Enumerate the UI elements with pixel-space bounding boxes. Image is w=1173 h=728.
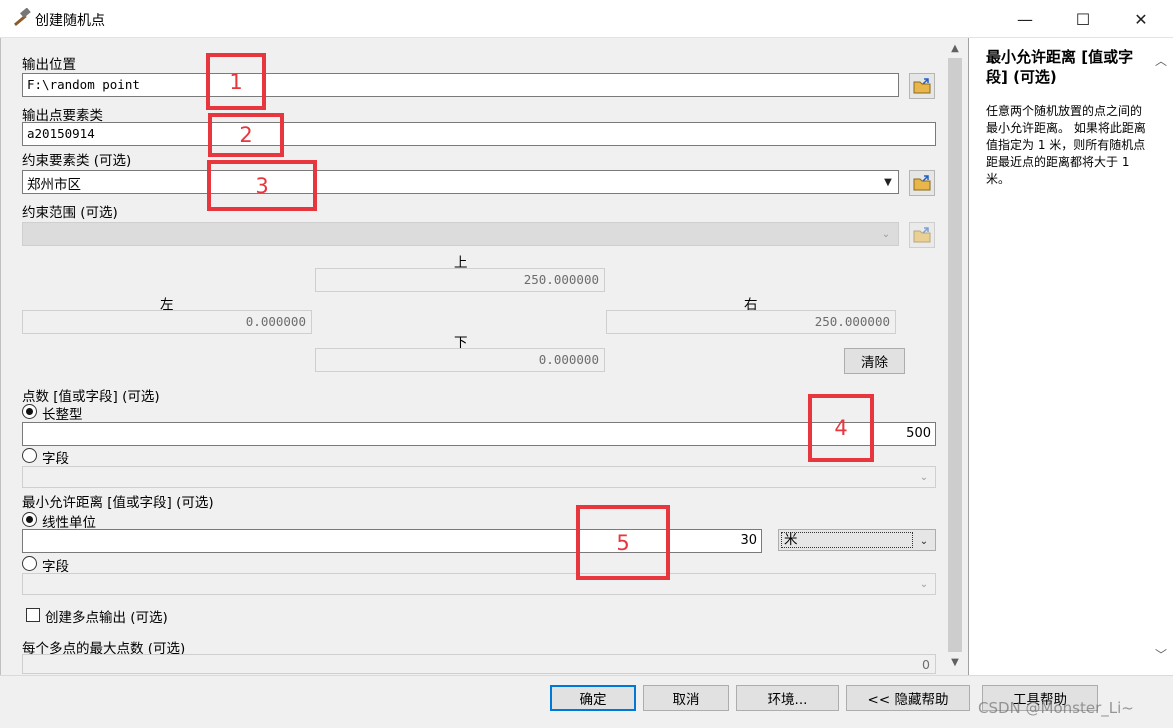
browse-constraint-feature-button[interactable] — [909, 170, 935, 196]
create-multipoint-label: 创建多点输出 (可选) — [45, 610, 168, 626]
extent-top-input: 250.000000 — [315, 268, 605, 292]
hide-help-button[interactable]: << 隐藏帮助 — [846, 685, 970, 711]
extent-left-input: 0.000000 — [22, 310, 312, 334]
ok-button[interactable]: 确定 — [550, 685, 636, 711]
constraint-feature-class-label: 约束要素类 (可选) — [22, 153, 132, 169]
distance-unit-value: 米 — [781, 532, 913, 548]
annotation-box-4: 4 — [808, 394, 874, 462]
min-distance-label: 最小允许距离 [值或字段] (可选) — [22, 495, 214, 511]
number-of-points-label: 点数 [值或字段] (可选) — [22, 389, 160, 405]
folder-icon — [913, 175, 931, 191]
cancel-button[interactable]: 取消 — [643, 685, 729, 711]
clear-extent-button[interactable]: 清除 — [844, 348, 905, 374]
output-location-input[interactable]: F:\random point — [22, 73, 899, 97]
window-title: 创建随机点 — [35, 13, 105, 29]
browse-output-location-button[interactable] — [909, 73, 935, 99]
max-points-input: 0 — [22, 654, 936, 674]
points-long-radio[interactable] — [22, 404, 37, 419]
chevron-down-icon: ⌄ — [919, 471, 929, 483]
annotation-box-1: 1 — [206, 53, 266, 110]
folder-icon — [913, 227, 931, 243]
environments-button[interactable]: 环境... — [736, 685, 839, 711]
close-button[interactable]: ✕ — [1112, 0, 1170, 38]
title-bar: 创建随机点 — ☐ ✕ — [0, 0, 1173, 38]
constraint-extent-select[interactable] — [22, 222, 899, 246]
distance-linear-label: 线性单位 — [42, 515, 96, 531]
help-body: 任意两个随机放置的点之间的最小允许距离。 如果将此距离值指定为 1 米，则所有随… — [986, 104, 1146, 186]
constraint-feature-class-select[interactable]: 郑州市区 — [22, 170, 899, 194]
chevron-down-icon: ⌄ — [919, 578, 929, 590]
points-field-select — [22, 466, 936, 488]
chevron-up-icon[interactable]: ︿ — [1155, 52, 1167, 69]
hammer-icon — [13, 8, 31, 27]
extent-bottom-input: 0.000000 — [315, 348, 605, 372]
distance-field-radio[interactable] — [22, 556, 37, 571]
scroll-thumb[interactable] — [948, 58, 962, 652]
scroll-up-icon[interactable]: ▲ — [946, 40, 964, 56]
chevron-down-icon: ⌄ — [919, 535, 929, 547]
close-icon: ✕ — [1134, 9, 1148, 29]
annotation-box-2: 2 — [208, 113, 284, 157]
chevron-down-icon[interactable]: ▼ — [879, 171, 897, 193]
points-field-radio[interactable] — [22, 448, 37, 463]
form-scrollbar[interactable]: ▲ ▼ — [946, 40, 964, 670]
constraint-extent-label: 约束范围 (可选) — [22, 205, 118, 221]
help-title: 最小允许距离 [值或字段] (可选) — [986, 48, 1134, 86]
points-long-label: 长整型 — [42, 407, 83, 423]
maximize-icon: ☐ — [1075, 9, 1091, 29]
create-multipoint-checkbox[interactable] — [26, 608, 40, 622]
minimize-icon: — — [1017, 9, 1033, 29]
output-feature-class-label: 输出点要素类 — [22, 108, 103, 124]
annotation-box-3: 3 — [207, 160, 317, 211]
folder-icon — [913, 78, 931, 94]
extent-right-input: 250.000000 — [606, 310, 896, 334]
points-field-label: 字段 — [42, 451, 69, 467]
chevron-down-icon: ⌄ — [881, 228, 891, 240]
distance-unit-select[interactable]: 米 ⌄ — [778, 529, 936, 551]
output-feature-class-input[interactable]: a20150914 — [22, 122, 936, 146]
help-scrollbar[interactable]: ︿ ﹀ — [1153, 38, 1173, 675]
output-location-label: 输出位置 — [22, 57, 76, 73]
minimize-button[interactable]: — — [996, 0, 1054, 38]
watermark: CSDN @Monster_Li~ — [978, 699, 1134, 717]
distance-field-select — [22, 573, 936, 595]
annotation-box-5: 5 — [576, 505, 670, 580]
scroll-down-icon[interactable]: ▼ — [946, 654, 964, 670]
points-long-input[interactable]: 500 — [22, 422, 936, 446]
chevron-down-icon[interactable]: ﹀ — [1155, 646, 1167, 663]
browse-extent-button — [909, 222, 935, 248]
distance-linear-radio[interactable] — [22, 512, 37, 527]
distance-field-label: 字段 — [42, 559, 69, 575]
maximize-button[interactable]: ☐ — [1054, 0, 1112, 38]
